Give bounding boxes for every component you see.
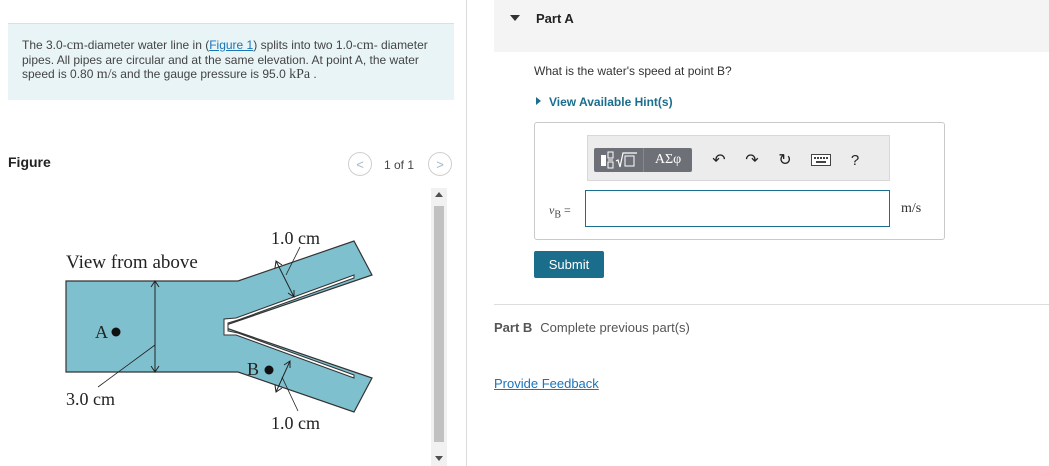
chevron-left-icon: < xyxy=(356,156,364,172)
expand-arrow-icon xyxy=(536,97,541,105)
answer-panel: ΑΣφ ↶ ↷ ↻ ? vB = m/s xyxy=(534,122,945,240)
unit-cm: cm xyxy=(356,38,374,53)
question-text: What is the water's speed at point B? xyxy=(534,64,732,78)
chevron-right-icon: > xyxy=(436,156,444,172)
problem-text: ) splits into two 1.0- xyxy=(253,38,357,52)
reset-icon[interactable]: ↻ xyxy=(774,148,796,172)
point-b-label: B xyxy=(247,359,259,379)
template-button-group: ΑΣφ xyxy=(594,148,692,172)
figure-heading: Figure xyxy=(8,154,51,170)
help-icon[interactable]: ? xyxy=(844,148,866,172)
figure-page-indicator: 1 of 1 xyxy=(384,158,415,172)
submit-button[interactable]: Submit xyxy=(534,251,604,278)
variable-subscript: B xyxy=(554,209,561,221)
problem-text: . xyxy=(310,67,317,81)
provide-feedback-link[interactable]: Provide Feedback xyxy=(494,376,599,391)
next-figure-button[interactable]: > xyxy=(428,152,452,176)
math-toolbar: ΑΣφ ↶ ↷ ↻ ? xyxy=(587,135,890,181)
problem-text: and the gauge pressure is 95.0 xyxy=(116,67,290,81)
previous-figure-button[interactable]: < xyxy=(348,152,372,176)
fraction-sqrt-icon xyxy=(600,151,637,169)
unit-pressure: kPa xyxy=(289,67,311,82)
view-hints-link[interactable]: View Available Hint(s) xyxy=(536,95,673,109)
variable-equals: = xyxy=(561,203,571,217)
point-a-marker xyxy=(111,327,121,337)
unit-speed: m/s xyxy=(96,67,117,82)
hints-label: View Available Hint(s) xyxy=(549,95,673,109)
scroll-thumb[interactable] xyxy=(434,206,444,442)
problem-text: -diameter water line in ( xyxy=(83,38,210,52)
templates-button[interactable] xyxy=(594,148,644,172)
bottom-diameter-label: 1.0 cm xyxy=(271,413,320,433)
part-b-title: Part B xyxy=(494,320,533,335)
answer-unit: m/s xyxy=(901,201,922,216)
part-a-title: Part A xyxy=(536,11,574,26)
point-b-marker xyxy=(264,365,274,375)
point-a-label: A xyxy=(95,322,108,342)
top-diameter-label: 1.0 cm xyxy=(271,228,320,248)
figure-link[interactable]: Figure 1 xyxy=(209,38,253,52)
figure-scrollbar[interactable] xyxy=(431,188,447,466)
scroll-up-icon[interactable] xyxy=(435,192,443,197)
variable-label: vB = xyxy=(549,203,571,220)
greek-symbols-button[interactable]: ΑΣφ xyxy=(644,148,692,172)
unit-cm: cm xyxy=(66,38,84,53)
column-divider xyxy=(466,0,467,466)
problem-text: The 3.0- xyxy=(22,38,67,52)
undo-icon[interactable]: ↶ xyxy=(708,148,730,172)
view-label: View from above xyxy=(66,252,198,273)
section-divider xyxy=(494,304,1049,305)
part-b-header: Part B Complete previous part(s) xyxy=(494,320,690,335)
redo-icon[interactable]: ↷ xyxy=(741,148,763,172)
main-diameter-label: 3.0 cm xyxy=(66,389,115,409)
keyboard-icon[interactable] xyxy=(810,148,832,172)
part-b-status: Complete previous part(s) xyxy=(540,320,690,335)
scroll-down-icon[interactable] xyxy=(435,456,443,461)
part-a-header[interactable]: Part A xyxy=(494,0,1049,52)
problem-statement: The 3.0-cm-diameter water line in (Figur… xyxy=(8,23,454,100)
collapse-arrow-icon[interactable] xyxy=(510,15,520,21)
pipe-diagram: 3.0 cm 1.0 cm 1.0 cm View from above A B xyxy=(65,228,373,433)
answer-input[interactable] xyxy=(585,190,890,227)
